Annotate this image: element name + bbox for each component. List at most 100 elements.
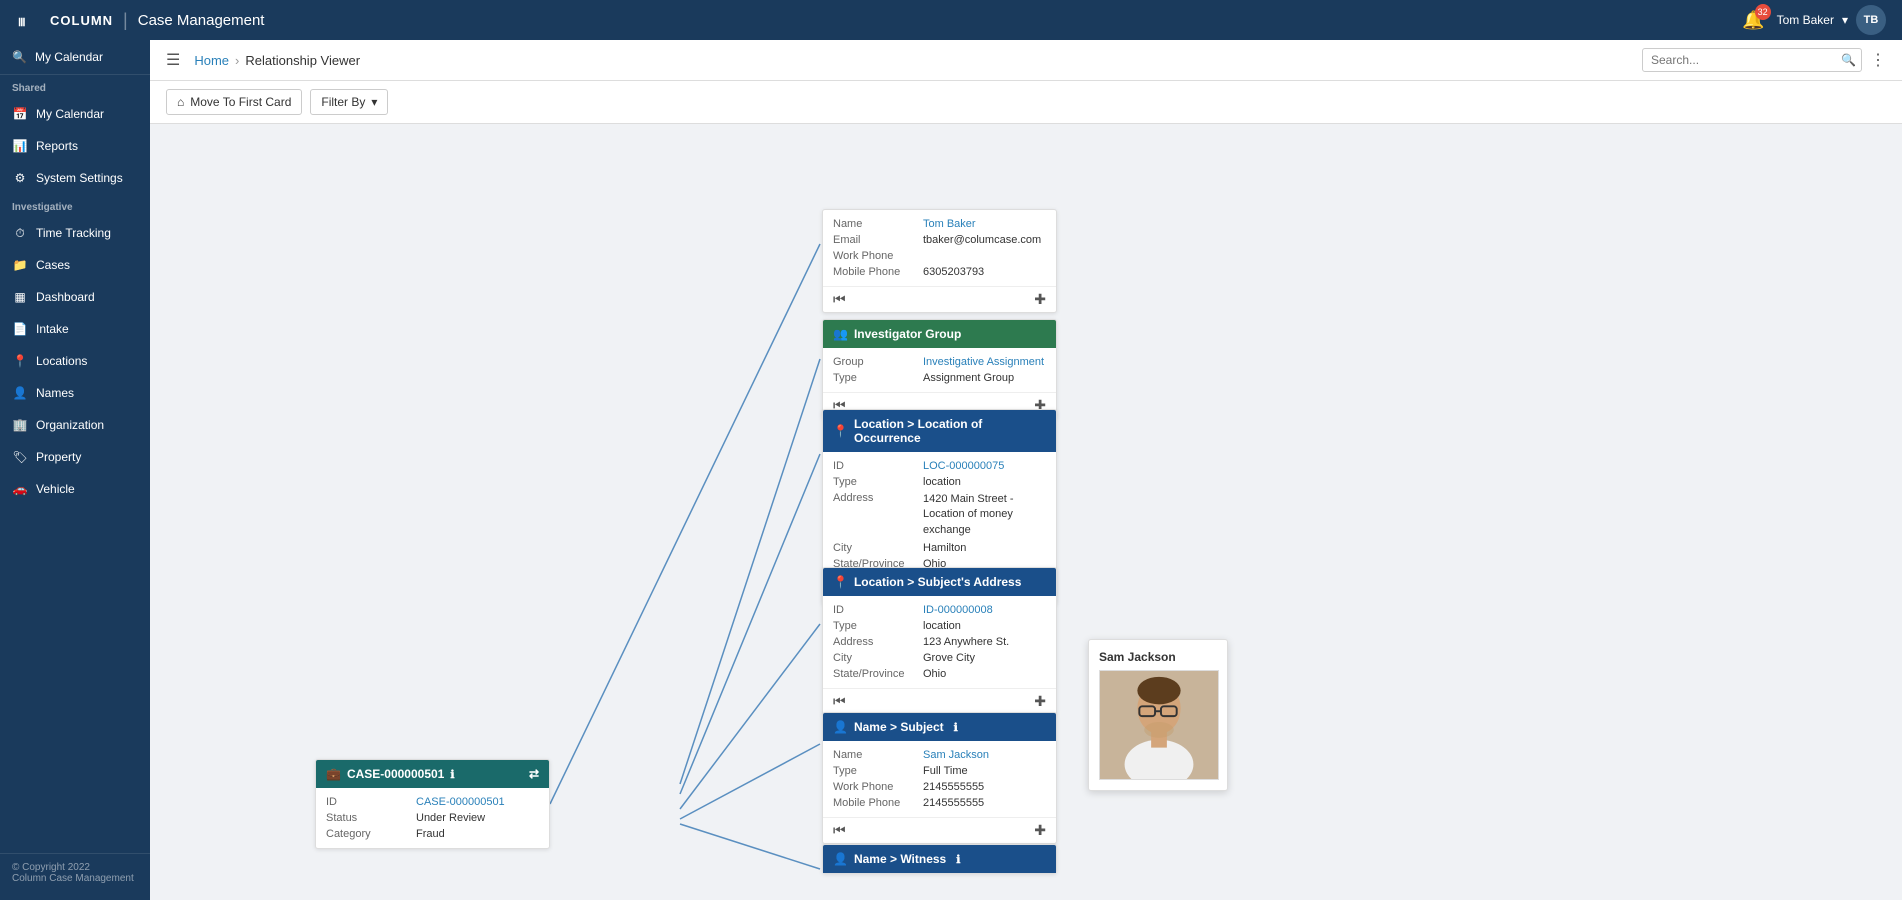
ns-add-btn[interactable]: ✚ xyxy=(1034,822,1046,839)
canvas-area[interactable]: Name Tom Baker Email tbaker@columcase.co… xyxy=(150,124,1902,900)
ns-type-value: Full Time xyxy=(923,765,1046,777)
loc-address-row: Address 1420 Main Street - Location of m… xyxy=(833,490,1046,540)
group-label: Group xyxy=(833,356,923,368)
gear-icon: ⚙ xyxy=(12,170,28,186)
notification-bell[interactable]: 🔔 32 xyxy=(1742,10,1764,31)
popup-person-name: Sam Jackson xyxy=(1099,650,1217,664)
subj-address-row: Address 123 Anywhere St. xyxy=(833,634,1046,650)
file-icon: 📄 xyxy=(12,321,28,337)
sidebar-item-names[interactable]: 👤 Names xyxy=(0,377,150,409)
sidebar-label-system-settings: System Settings xyxy=(36,171,123,185)
ns-back-btn[interactable]: ⏮ xyxy=(833,822,846,839)
investigator-group-card: 👥 Investigator Group Group Investigative… xyxy=(822,319,1057,419)
sidebar-item-dashboard[interactable]: ▦ Dashboard xyxy=(0,281,150,313)
sidebar-item-system-settings[interactable]: ⚙ System Settings xyxy=(0,162,150,194)
sidebar-label-reports: Reports xyxy=(36,139,78,153)
group-value[interactable]: Investigative Assignment xyxy=(923,356,1046,368)
contact-card-body: Name Tom Baker Email tbaker@columcase.co… xyxy=(823,210,1056,286)
sidebar-item-reports[interactable]: 📊 Reports xyxy=(0,130,150,162)
svg-text:Ⅲ: Ⅲ xyxy=(18,17,26,29)
location-subject-title: Location > Subject's Address xyxy=(854,575,1021,589)
location-subject-header: 📍 Location > Subject's Address xyxy=(823,568,1056,596)
sidebar-item-vehicle[interactable]: 🚗 Vehicle xyxy=(0,473,150,505)
user-menu[interactable]: Tom Baker ▾ TB xyxy=(1777,5,1886,35)
subj-id-value[interactable]: ID-000000008 xyxy=(923,604,1046,616)
breadcrumb-home[interactable]: Home xyxy=(194,53,229,68)
case-id-value[interactable]: CASE-000000501 xyxy=(416,796,539,808)
case-status-label: Status xyxy=(326,812,416,824)
subj-city-label: City xyxy=(833,652,923,664)
grid-icon: ▦ xyxy=(12,289,28,305)
ns-work-phone-row: Work Phone 2145555555 xyxy=(833,779,1046,795)
name-witness-person-icon: 👤 xyxy=(833,852,848,866)
move-to-first-card-button[interactable]: ⌂ Move To First Card xyxy=(166,89,302,115)
ns-type-row: Type Full Time xyxy=(833,763,1046,779)
subj-address-label: Address xyxy=(833,636,923,648)
name-subject-body: Name Sam Jackson Type Full Time Work Pho… xyxy=(823,741,1056,817)
name-label: Name xyxy=(833,218,923,230)
tag-icon: 🏷 xyxy=(12,449,28,465)
more-options-icon[interactable]: ⋮ xyxy=(1870,50,1886,70)
sidebar-label-property: Property xyxy=(36,450,81,464)
case-category-row: Category Fraud xyxy=(326,826,539,842)
loc-id-value[interactable]: LOC-000000075 xyxy=(923,460,1046,472)
search-input[interactable] xyxy=(1642,48,1862,72)
location-subj-pin-icon: 📍 xyxy=(833,575,848,589)
ns-mobile-row: Mobile Phone 2145555555 xyxy=(833,795,1046,811)
name-witness-info-icon[interactable]: ℹ xyxy=(956,853,960,866)
subj-add-btn[interactable]: ✚ xyxy=(1034,693,1046,710)
case-info-icon[interactable]: ℹ xyxy=(450,768,454,781)
ns-name-value[interactable]: Sam Jackson xyxy=(923,749,1046,761)
breadcrumb-current: Relationship Viewer xyxy=(245,53,360,68)
case-arrows-icon[interactable]: ⇄ xyxy=(529,767,539,781)
loc-city-value: Hamilton xyxy=(923,542,1046,554)
logo-text: COLUMN xyxy=(50,13,113,28)
sidebar-item-global-search[interactable]: 🔍 My Calendar xyxy=(0,40,150,75)
topbar-left: Ⅲ COLUMN | Case Management xyxy=(16,6,264,34)
location-pin-icon: 📍 xyxy=(833,424,848,438)
sidebar-item-property[interactable]: 🏷 Property xyxy=(0,441,150,473)
sidebar-item-intake[interactable]: 📄 Intake xyxy=(0,313,150,345)
location-occurrence-body: ID LOC-000000075 Type location Address 1… xyxy=(823,452,1056,578)
investigator-group-header: 👥 Investigator Group xyxy=(823,320,1056,348)
add-btn[interactable]: ✚ xyxy=(1034,291,1046,308)
breadcrumb: Home › Relationship Viewer xyxy=(194,53,360,68)
ns-work-phone-label: Work Phone xyxy=(833,781,923,793)
canvas-inner: Name Tom Baker Email tbaker@columcase.co… xyxy=(150,124,1550,900)
sidebar-item-organization[interactable]: 🏢 Organization xyxy=(0,409,150,441)
contact-work-phone-row: Work Phone xyxy=(833,248,1046,264)
search-icon-btn[interactable]: 🔍 xyxy=(1841,53,1856,67)
case-category-label: Category xyxy=(326,828,416,840)
name-subject-info-icon[interactable]: ℹ xyxy=(954,721,958,734)
name-value[interactable]: Tom Baker xyxy=(923,218,1046,230)
subj-type-value: location xyxy=(923,620,1046,632)
back-btn[interactable]: ⏮ xyxy=(833,291,846,308)
loc-subj-footer: ⏮ ✚ xyxy=(823,688,1056,714)
filter-by-button[interactable]: Filter By ▾ xyxy=(310,89,388,115)
global-search-label: My Calendar xyxy=(35,50,103,64)
name-witness-card: 👤 Name > Witness ℹ xyxy=(822,844,1057,874)
case-header-left: 💼 CASE-000000501 ℹ xyxy=(326,767,455,781)
sidebar-item-locations[interactable]: 📍 Locations xyxy=(0,345,150,377)
ns-type-label: Type xyxy=(833,765,923,777)
main-layout: 🔍 My Calendar Shared 📅 My Calendar 📊 Rep… xyxy=(0,40,1902,900)
loc-city-row: City Hamilton xyxy=(833,540,1046,556)
sidebar-item-cases[interactable]: 📁 Cases xyxy=(0,249,150,281)
avatar: TB xyxy=(1856,5,1886,35)
location-occurrence-title: Location > Location of Occurrence xyxy=(854,417,1046,445)
sidebar-item-my-calendar[interactable]: 📅 My Calendar xyxy=(0,98,150,130)
subj-back-btn[interactable]: ⏮ xyxy=(833,693,846,710)
subj-state-value: Ohio xyxy=(923,668,1046,680)
name-subject-header: 👤 Name > Subject ℹ xyxy=(823,713,1056,741)
move-to-first-card-label: Move To First Card xyxy=(190,95,291,109)
contact-mobile-row: Mobile Phone 6305203793 xyxy=(833,264,1046,280)
subj-type-row: Type location xyxy=(833,618,1046,634)
home-icon: ⌂ xyxy=(177,95,184,109)
menu-icon[interactable]: ☰ xyxy=(166,50,180,70)
loc-type-label: Type xyxy=(833,476,923,488)
subj-state-label: State/Province xyxy=(833,668,923,680)
sidebar-label-time-tracking: Time Tracking xyxy=(36,226,111,240)
sidebar-item-time-tracking[interactable]: ⏱ Time Tracking xyxy=(0,217,150,249)
mobile-value: 6305203793 xyxy=(923,266,1046,278)
app-logo: Ⅲ COLUMN xyxy=(16,6,113,34)
